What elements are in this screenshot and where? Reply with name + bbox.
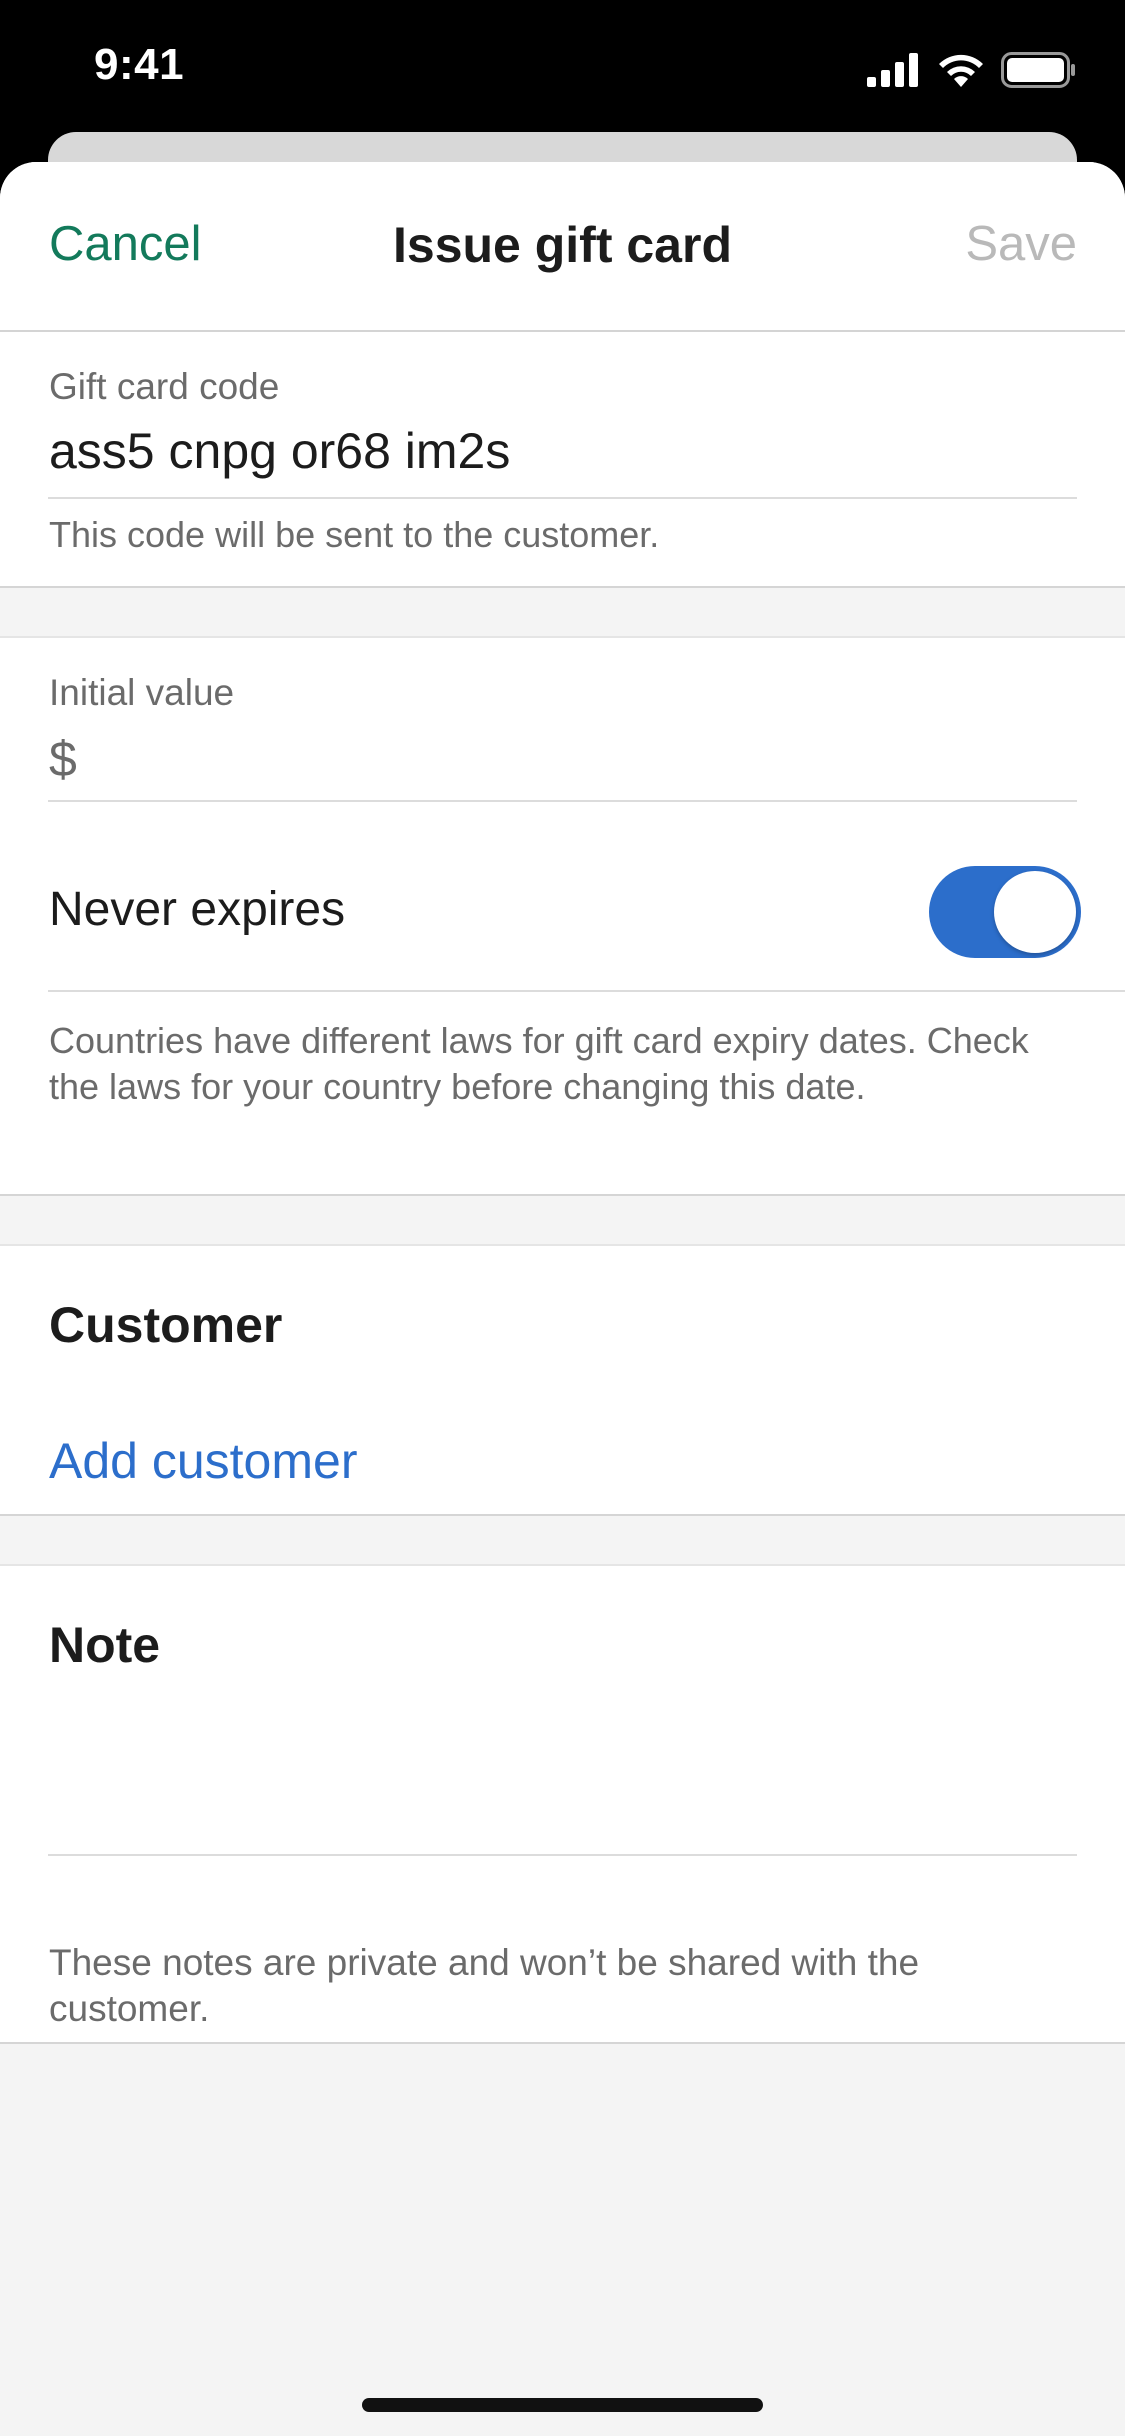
gift-card-code-input[interactable]: ass5 cnpg or68 im2s (49, 422, 510, 480)
issue-gift-card-sheet: Cancel Issue gift card Save Gift card co… (0, 162, 1125, 2436)
note-help: These notes are private and won’t be sha… (49, 1942, 920, 2029)
save-button[interactable]: Save (965, 216, 1077, 272)
never-expires-label: Never expires (49, 883, 346, 936)
note-section: Note These notes are private and won’t b… (0, 1564, 1125, 2044)
code-input-underline (48, 497, 1077, 499)
screen: 9:41 Cancel Issue gift card Save Gift ca… (0, 0, 1125, 2436)
battery-icon (1001, 52, 1075, 88)
toggle-knob (994, 871, 1076, 953)
note-input-underline (48, 1854, 1077, 1856)
note-input[interactable] (48, 1706, 1077, 1854)
gift-card-code-label: Gift card code (49, 366, 280, 407)
initial-value-label: Initial value (49, 672, 235, 713)
initial-value-section: Initial value $ Never expires Countries … (0, 636, 1125, 1196)
status-time: 9:41 (94, 40, 185, 89)
customer-section: Customer Add customer (0, 1244, 1125, 1516)
value-input-underline (48, 800, 1077, 802)
expiry-help: Countries have different laws for gift c… (49, 1020, 1029, 1107)
status-bar: 9:41 (0, 0, 1125, 140)
never-expires-toggle[interactable] (929, 866, 1081, 958)
wifi-icon (939, 54, 983, 87)
add-customer-link[interactable]: Add customer (49, 1432, 357, 1490)
page-title: Issue gift card (393, 217, 732, 273)
home-indicator[interactable] (362, 2398, 763, 2412)
note-title: Note (49, 1617, 161, 1673)
gift-card-code-help: This code will be sent to the customer. (49, 514, 660, 555)
initial-value-input[interactable]: $ (49, 730, 77, 788)
customer-title: Customer (49, 1297, 283, 1353)
expires-divider (48, 990, 1125, 992)
status-icons (867, 50, 1077, 90)
gift-card-code-section: Gift card code ass5 cnpg or68 im2s This … (0, 332, 1125, 588)
navigation-bar: Cancel Issue gift card Save (0, 162, 1125, 332)
cellular-signal-icon (867, 53, 918, 87)
